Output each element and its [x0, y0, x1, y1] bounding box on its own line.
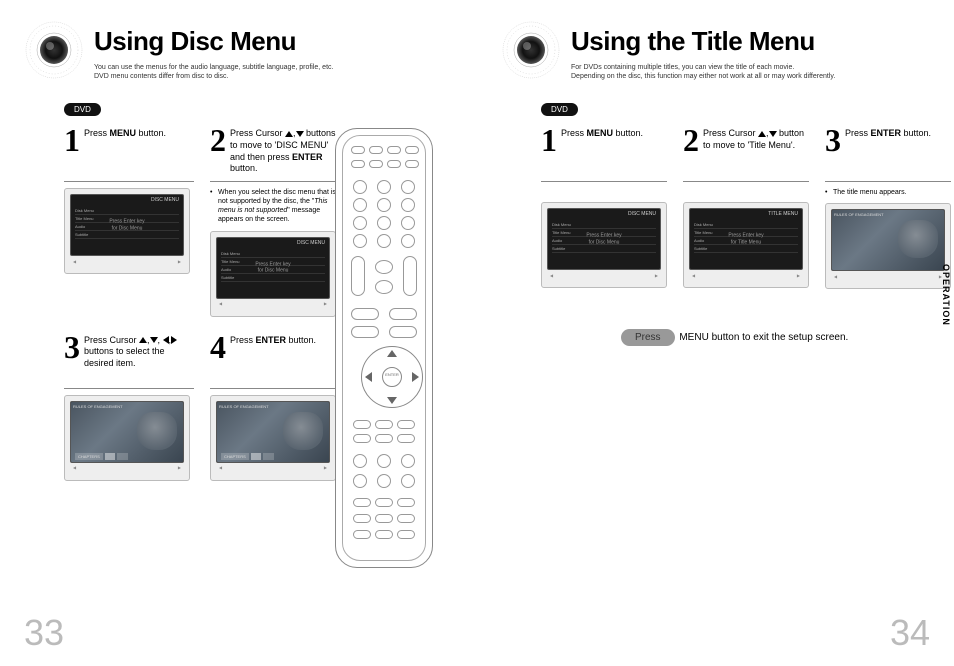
step-2-text: Press Cursor , buttons to move to 'DISC … — [230, 124, 340, 175]
step-3-text: Press Cursor ,, , buttons to select the … — [84, 331, 194, 370]
tv-step-3: RULES OF ENGAGEMENT CHAPTERS ◀▶ — [64, 395, 190, 481]
tv-step-4: RULES OF ENGAGEMENT CHAPTERS ◀▶ — [210, 395, 336, 481]
right-header: Using the Title Menu For DVDs containing… — [501, 20, 930, 81]
right-title: Using the Title Menu — [571, 26, 930, 57]
step-4: 4 Press ENTER button. RULES OF ENGAGEMEN… — [210, 331, 340, 481]
eye-graphic-icon — [501, 20, 561, 80]
r-step-2-text: Press Cursor , button to move to 'Title … — [703, 124, 809, 151]
eye-graphic-icon — [24, 20, 84, 80]
right-subtitle-2: Depending on the disc, this function may… — [571, 72, 930, 81]
right-subtitle-1: For DVDs containing multiple titles, you… — [571, 63, 930, 72]
dvd-badge: DVD — [541, 103, 578, 116]
dpad: ENTER — [361, 346, 423, 408]
tv-step-1: DISC MENU Disk Menu Title Menu Audio Sub… — [64, 188, 190, 274]
step-2: 2 Press Cursor , buttons to move to 'DIS… — [210, 124, 340, 316]
arrow-left-icon — [365, 372, 372, 382]
right-page: Using the Title Menu For DVDs containing… — [477, 0, 954, 666]
step-4-number: 4 — [210, 331, 226, 363]
step-4-text: Press ENTER button. — [230, 331, 316, 347]
footer-note: Press MENU button to exit the setup scre… — [621, 329, 930, 346]
right-row-1: 1 Press MENU button. DISC MENU Disk Menu… — [541, 124, 930, 289]
r-step-1: 1 Press MENU button. DISC MENU Disk Menu… — [541, 124, 667, 289]
step-2-note: When you select the disc menu that is no… — [210, 188, 340, 224]
tv-r-step-1: DISC MENU Disk Menu Title Menu Audio Sub… — [541, 202, 667, 288]
step-1-text: Press MENU button. — [84, 124, 166, 140]
r-step-1-number: 1 — [541, 124, 557, 156]
tv-r-step-3: RULES OF ENGAGEMENT ◀▶ — [825, 203, 951, 289]
r-step-3: 3 Press ENTER button. The title menu app… — [825, 124, 951, 289]
arrow-up-icon — [387, 350, 397, 357]
arrow-down-icon — [387, 397, 397, 404]
footer-pill: Press — [621, 329, 675, 346]
side-tab-operation: OPERATION — [938, 260, 954, 330]
left-header: Using Disc Menu You can use the menus fo… — [24, 20, 453, 81]
dvd-badge: DVD — [64, 103, 101, 116]
left-subtitle-1: You can use the menus for the audio lang… — [94, 63, 453, 72]
tv-step-2: DISC MENU Disk Menu Title Menu Audio Sub… — [210, 231, 336, 317]
step-3: 3 Press Cursor ,, , buttons to select th… — [64, 331, 194, 481]
tv-r-step-2: TITLE MENU Disk Menu Title Menu Audio Su… — [683, 202, 809, 288]
left-subtitle-2: DVD menu contents differ from disc to di… — [94, 72, 453, 81]
enter-button: ENTER — [382, 367, 402, 387]
page-number-right: 34 — [890, 612, 930, 654]
r-step-3-note: The title menu appears. — [825, 188, 951, 197]
r-step-1-text: Press MENU button. — [561, 124, 643, 140]
r-step-3-number: 3 — [825, 124, 841, 156]
r-step-3-text: Press ENTER button. — [845, 124, 931, 140]
remote-control: ENTER — [335, 128, 433, 568]
arrow-right-icon — [412, 372, 419, 382]
step-3-number: 3 — [64, 331, 80, 363]
page-number-left: 33 — [24, 612, 64, 654]
step-1: 1 Press MENU button. DISC MENU Disk Menu… — [64, 124, 194, 316]
left-title: Using Disc Menu — [94, 26, 453, 57]
step-2-number: 2 — [210, 124, 226, 156]
r-step-2: 2 Press Cursor , button to move to 'Titl… — [683, 124, 809, 289]
r-step-2-number: 2 — [683, 124, 699, 156]
step-1-number: 1 — [64, 124, 80, 156]
